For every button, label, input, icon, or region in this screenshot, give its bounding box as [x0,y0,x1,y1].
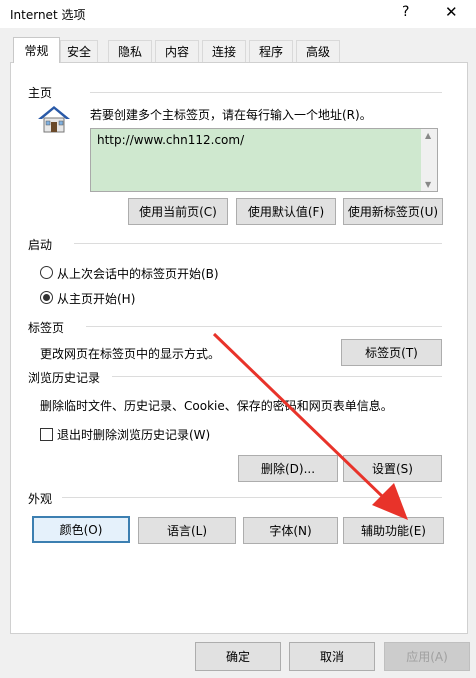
tab-connections[interactable]: 连接 [202,40,246,62]
house-icon [37,104,71,137]
scroll-down-icon[interactable]: ▼ [425,180,431,189]
history-group-divider [112,376,442,377]
close-button[interactable]: ✕ [445,3,458,21]
delete-on-exit-label[interactable]: 退出时删除浏览历史记录(W) [57,426,210,443]
tab-security[interactable]: 安全 [60,40,98,62]
scroll-up-icon[interactable]: ▲ [425,131,431,140]
home-instruction: 若要创建多个主标签页，请在每行输入一个地址(R)。 [90,108,372,122]
accessibility-button[interactable]: 辅助功能(E) [343,517,444,544]
tabs-settings-button[interactable]: 标签页(T) [341,339,442,366]
use-default-button[interactable]: 使用默认值(F) [236,198,336,225]
startup-group-divider [74,243,442,244]
startup-group-title: 启动 [28,236,57,253]
startup-home-label[interactable]: 从主页开始(H) [57,290,135,307]
startup-last-session-radio[interactable] [40,266,53,279]
help-button[interactable]: ? [402,4,409,20]
ok-button[interactable]: 确定 [195,642,281,671]
tabs-description: 更改网页在标签页中的显示方式。 [40,347,221,361]
languages-button[interactable]: 语言(L) [138,517,236,544]
delete-on-exit-checkbox[interactable] [40,428,53,441]
use-new-tab-button[interactable]: 使用新标签页(U) [343,198,443,225]
apply-button[interactable]: 应用(A) [384,642,470,671]
fonts-button[interactable]: 字体(N) [243,517,338,544]
history-group-title: 浏览历史记录 [28,369,105,386]
tab-privacy[interactable]: 隐私 [108,40,152,62]
home-url-value: http://www.chn112.com/ [97,133,245,147]
url-scrollbar[interactable]: ▲ ▼ [421,129,437,191]
appearance-group-divider [62,497,442,498]
tab-content[interactable]: 内容 [155,40,199,62]
title-bar: Internet 选项 ? ✕ [0,0,476,28]
home-group-divider [90,92,442,93]
home-url-textarea[interactable]: http://www.chn112.com/ ▲ ▼ [90,128,438,192]
startup-last-session-label[interactable]: 从上次会话中的标签页开始(B) [57,265,219,282]
history-description: 删除临时文件、历史记录、Cookie、保存的密码和网页表单信息。 [40,399,393,413]
startup-home-radio[interactable] [40,291,53,304]
appearance-group-title: 外观 [28,490,57,507]
home-group-title: 主页 [28,84,57,101]
delete-history-button[interactable]: 删除(D)... [238,455,338,482]
window-title: Internet 选项 [10,8,86,22]
tabs-group-divider [86,326,442,327]
tab-advanced[interactable]: 高级 [296,40,340,62]
use-current-button[interactable]: 使用当前页(C) [128,198,228,225]
cancel-button[interactable]: 取消 [289,642,375,671]
history-settings-button[interactable]: 设置(S) [343,455,442,482]
tab-programs[interactable]: 程序 [249,40,293,62]
tabs-group-title: 标签页 [28,319,69,336]
colors-button[interactable]: 颜色(O) [32,516,130,543]
tab-general[interactable]: 常规 [13,37,60,63]
